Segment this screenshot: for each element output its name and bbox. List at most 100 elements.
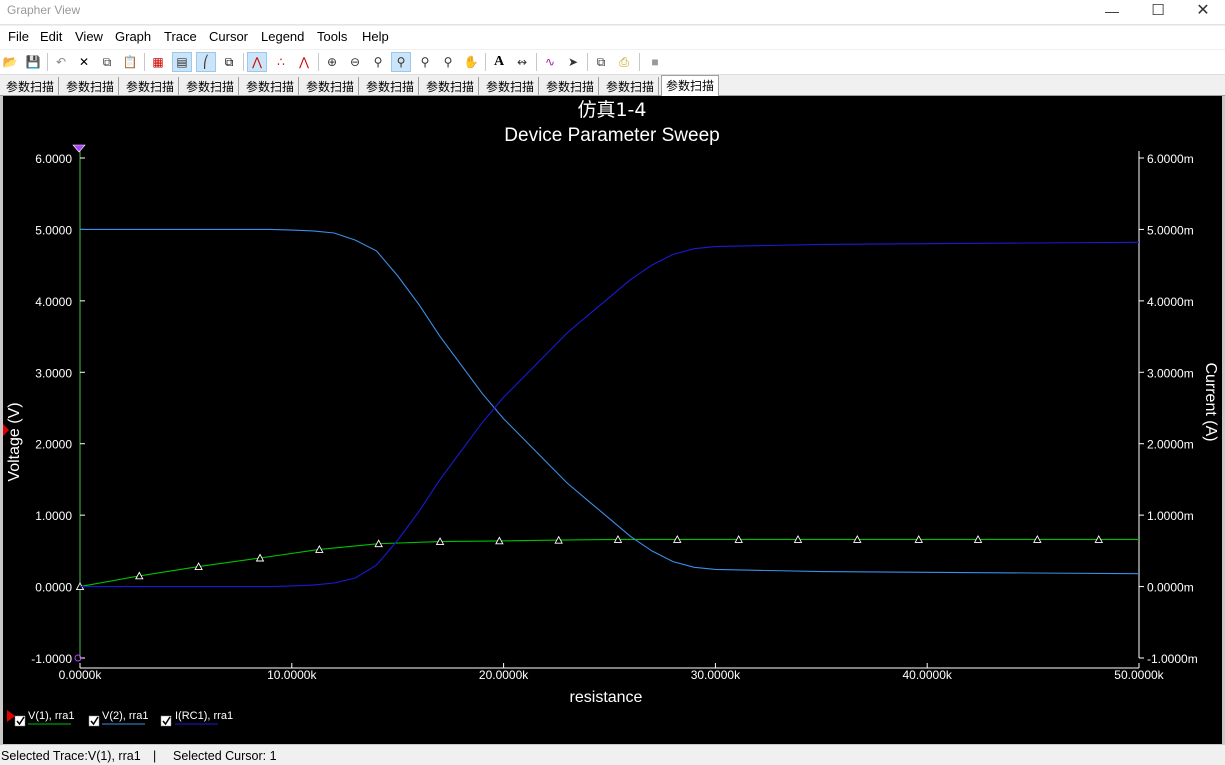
left-tick-label: 4.0000 <box>35 295 72 309</box>
tab-sweep-4[interactable]: 参数扫描 <box>182 77 240 96</box>
tab-sweep-2[interactable]: 参数扫描 <box>62 77 120 96</box>
left-tick-label: -1.0000 <box>31 652 72 666</box>
stop-icon[interactable]: ■ <box>645 52 665 72</box>
tab-sweep-6[interactable]: 参数扫描 <box>302 77 360 96</box>
legend-label-v1: V(1), rra1 <box>28 710 74 722</box>
zoom-area-icon[interactable]: ⚲ <box>368 52 388 72</box>
tab-sweep-1[interactable]: 参数扫描 <box>2 77 60 96</box>
zoom-in-icon[interactable]: ⊕ <box>322 52 342 72</box>
delete-icon[interactable]: ✕ <box>74 52 94 72</box>
toolbar-separator <box>536 53 537 71</box>
left-tick-label: 2.0000 <box>35 438 72 452</box>
menu-edit[interactable]: Edit <box>40 29 62 44</box>
maximize-button[interactable]: ☐ <box>1135 0 1181 25</box>
tab-sweep-12-active[interactable]: 参数扫描 <box>661 75 720 96</box>
left-tick-label: 6.0000 <box>35 152 72 166</box>
trace-props-icon[interactable]: ∿ <box>540 52 560 72</box>
toolbar-separator <box>47 53 48 71</box>
x-axis-label: resistance <box>570 689 643 706</box>
series-line-1 <box>79 538 1139 588</box>
legend-selected-icon <box>7 710 15 722</box>
left-tick-label: 3.0000 <box>35 366 72 380</box>
tab-sweep-8[interactable]: 参数扫描 <box>422 77 480 96</box>
draw-icon[interactable]: ↭ <box>512 52 532 72</box>
pan-hand-icon[interactable]: ✋ <box>461 52 481 72</box>
menu-cursor[interactable]: Cursor <box>209 29 248 44</box>
left-axis-label: Voltage (V) <box>6 402 23 481</box>
points-icon[interactable]: ∴ <box>271 52 291 72</box>
toolbar-separator <box>243 53 244 71</box>
menu-tools[interactable]: Tools <box>317 29 347 44</box>
series-line-2 <box>80 228 1140 575</box>
zoom-full-icon[interactable]: ⚲ <box>391 52 411 72</box>
legend: V(1), rra1 V(2), rra1 I(RC1), rra1 <box>7 710 233 727</box>
chart-svg[interactable]: 仿真1-4 Device Parameter Sweep resistance … <box>3 96 1222 744</box>
series-line-3 <box>80 241 1140 588</box>
tab-bar: 参数扫描 参数扫描 参数扫描 参数扫描 参数扫描 参数扫描 参数扫描 参数扫描 … <box>0 75 1225 96</box>
tab-sweep-7[interactable]: 参数扫描 <box>362 77 420 96</box>
undo-icon[interactable]: ↶ <box>51 52 71 72</box>
toolbar-separator <box>144 53 145 71</box>
tab-sweep-3[interactable]: 参数扫描 <box>122 77 180 96</box>
toolbar-separator <box>639 53 640 71</box>
zoom-y-icon[interactable]: ⚲ <box>438 52 458 72</box>
copy-icon[interactable]: ⧉ <box>97 52 117 72</box>
cursors-icon[interactable]: ⎛ <box>196 52 216 72</box>
legend-icon[interactable]: ▤ <box>172 52 192 72</box>
right-tick-label: 4.0000m <box>1147 295 1194 309</box>
right-tick-label: 1.0000m <box>1147 509 1194 523</box>
axes <box>79 148 1140 669</box>
status-selected-cursor: Selected Cursor: 1 <box>173 749 277 763</box>
menu-graph[interactable]: Graph <box>115 29 151 44</box>
minimize-button[interactable]: — <box>1089 0 1135 25</box>
toolbar: 📂 💾 ↶ ✕ ⧉ 📋 ▦ ▤ ⎛ ⧉ ⋀ ∴ ⋀ ⊕ ⊖ ⚲ ⚲ ⚲ ⚲ ✋ … <box>0 50 1225 75</box>
graph-area[interactable]: 仿真1-4 Device Parameter Sweep resistance … <box>0 96 1225 744</box>
text-icon[interactable]: A <box>489 52 509 72</box>
cursor-1-handle-top[interactable] <box>72 144 86 153</box>
x-tick-label: 0.0000k <box>59 668 103 682</box>
x-tick-label: 20.0000k <box>479 668 529 682</box>
tab-sweep-11[interactable]: 参数扫描 <box>602 77 660 96</box>
toolbar-separator <box>318 53 319 71</box>
zoom-x-icon[interactable]: ⚲ <box>415 52 435 72</box>
tab-sweep-9[interactable]: 参数扫描 <box>482 77 540 96</box>
x-tick-label: 40.0000k <box>903 668 953 682</box>
line-trace-icon[interactable]: ⋀ <box>247 52 267 72</box>
title-bar: Grapher View — ☐ ✕ <box>0 0 1225 25</box>
zoom-out-icon[interactable]: ⊖ <box>345 52 365 72</box>
right-tick-label: 2.0000m <box>1147 438 1194 452</box>
legend-label-irc1: I(RC1), rra1 <box>175 710 233 722</box>
tab-sweep-10[interactable]: 参数扫描 <box>542 77 600 96</box>
right-axis-label: Current (A) <box>1202 362 1219 441</box>
series <box>75 228 1140 591</box>
overlay-icon[interactable]: ⧉ <box>219 52 239 72</box>
menu-help[interactable]: Help <box>362 29 389 44</box>
legend-label-v2: V(2), rra1 <box>102 710 148 722</box>
right-tick-label: 3.0000m <box>1147 366 1194 380</box>
close-button[interactable]: ✕ <box>1180 0 1225 25</box>
chart-title: 仿真1-4 <box>577 99 646 121</box>
x-tick-label: 10.0000k <box>267 668 317 682</box>
copy-graph-icon[interactable]: ⧉ <box>591 52 611 72</box>
markers-icon[interactable]: ⋀ <box>294 52 314 72</box>
export-icon[interactable]: ➤ <box>563 52 583 72</box>
open-icon[interactable]: 📂 <box>0 52 20 72</box>
toolbar-separator <box>587 53 588 71</box>
tab-sweep-5[interactable]: 参数扫描 <box>242 77 300 96</box>
menu-trace[interactable]: Trace <box>164 29 197 44</box>
x-tick-label: 30.0000k <box>691 668 741 682</box>
left-tick-label: 0.0000 <box>35 581 72 595</box>
status-divider: | <box>153 749 157 763</box>
paste-icon[interactable]: 📋 <box>120 52 140 72</box>
menu-legend[interactable]: Legend <box>261 29 304 44</box>
right-tick-label: -1.0000m <box>1147 652 1198 666</box>
left-tick-label: 1.0000 <box>35 509 72 523</box>
menu-file[interactable]: File <box>8 29 29 44</box>
save-icon[interactable]: 💾 <box>23 52 43 72</box>
right-tick-label: 5.0000m <box>1147 223 1194 237</box>
status-bar: Selected Trace:V(1), rra1 | Selected Cur… <box>0 744 1225 765</box>
grid-icon[interactable]: ▦ <box>148 52 168 72</box>
chart-subtitle: Device Parameter Sweep <box>504 125 719 146</box>
print-icon[interactable]: ⎙ <box>614 52 634 72</box>
menu-view[interactable]: View <box>75 29 103 44</box>
